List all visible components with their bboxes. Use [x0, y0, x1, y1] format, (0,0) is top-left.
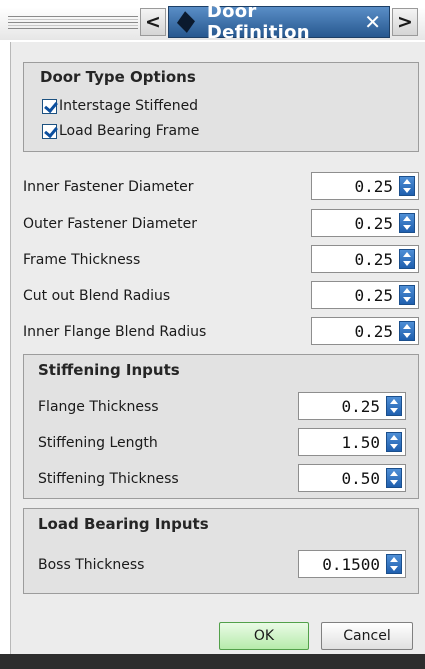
- spinner-arrows-icon[interactable]: [399, 249, 415, 269]
- field-value[interactable]: 0.25: [312, 250, 399, 269]
- field-value[interactable]: 0.25: [312, 177, 399, 196]
- drag-grip[interactable]: [8, 16, 138, 30]
- bottom-border: [0, 654, 425, 669]
- outer-fastener-diameter-input[interactable]: 0.25: [311, 209, 419, 237]
- spinner-arrows-icon[interactable]: [386, 432, 402, 452]
- inner-flange-blend-radius-input[interactable]: 0.25: [311, 317, 419, 345]
- field-label-outer-fastener-diameter: Outer Fastener Diameter: [23, 216, 197, 232]
- checkbox-checked-icon[interactable]: [42, 123, 57, 139]
- cut-out-blend-radius-input[interactable]: 0.25: [311, 281, 419, 309]
- spinner-arrows-icon[interactable]: [386, 396, 402, 416]
- cancel-button-label: Cancel: [343, 628, 391, 644]
- close-icon[interactable]: ✕: [364, 10, 381, 34]
- frame-thickness-input[interactable]: 0.25: [311, 245, 419, 273]
- spinner-arrows-icon[interactable]: [386, 554, 402, 574]
- field-value[interactable]: 0.50: [299, 469, 386, 488]
- checkbox-interstage-stiffened[interactable]: Interstage Stiffened: [42, 98, 198, 114]
- ok-button-label: OK: [253, 628, 275, 644]
- dialog-title: Door Definition: [206, 1, 310, 43]
- checkbox-label: Interstage Stiffened: [59, 98, 199, 114]
- field-value[interactable]: 0.1500: [299, 555, 386, 574]
- field-value[interactable]: 1.50: [299, 433, 386, 452]
- stiffening-inputs-title: Stiffening Inputs: [38, 361, 180, 379]
- field-value[interactable]: 0.25: [312, 286, 399, 305]
- field-value[interactable]: 0.25: [312, 322, 399, 341]
- ok-button[interactable]: OK: [219, 622, 309, 650]
- load-bearing-inputs-title: Load Bearing Inputs: [38, 515, 209, 533]
- boss-thickness-input[interactable]: 0.1500: [298, 550, 406, 578]
- load-bearing-inputs-group: Load Bearing Inputs Boss Thickness 0.150…: [23, 508, 419, 594]
- dialog-title-bar: Door Definition ✕: [168, 1, 390, 43]
- checkbox-load-bearing-frame[interactable]: Load Bearing Frame: [42, 123, 199, 139]
- checkbox-label: Load Bearing Frame: [59, 123, 200, 139]
- flange-thickness-input[interactable]: 0.25: [298, 392, 406, 420]
- field-value[interactable]: 0.25: [299, 397, 386, 416]
- door-type-options-title: Door Type Options: [40, 68, 196, 86]
- stiffening-length-input[interactable]: 1.50: [298, 428, 406, 456]
- field-label-flange-thickness: Flange Thickness: [38, 399, 159, 415]
- field-label-stiffening-thickness: Stiffening Thickness: [38, 471, 179, 487]
- cancel-button[interactable]: Cancel: [321, 622, 413, 650]
- chevron-right-icon: >: [397, 11, 413, 33]
- pin-icon[interactable]: [176, 11, 195, 33]
- stiffening-inputs-group: Stiffening Inputs Flange Thickness 0.25 …: [23, 354, 419, 499]
- field-label-boss-thickness: Boss Thickness: [38, 557, 145, 573]
- field-label-frame-thickness: Frame Thickness: [23, 252, 141, 268]
- spinner-arrows-icon[interactable]: [399, 213, 415, 233]
- field-label-inner-fastener-diameter: Inner Fastener Diameter: [23, 179, 194, 195]
- spinner-arrows-icon[interactable]: [399, 321, 415, 341]
- field-label-cut-out-blend-radius: Cut out Blend Radius: [23, 288, 171, 304]
- checkbox-checked-icon[interactable]: [42, 98, 57, 114]
- spinner-arrows-icon[interactable]: [399, 285, 415, 305]
- next-button[interactable]: >: [392, 8, 418, 36]
- title-bar: < Door Definition ✕ >: [0, 0, 425, 43]
- inner-fastener-diameter-input[interactable]: 0.25: [311, 172, 419, 200]
- field-label-stiffening-length: Stiffening Length: [38, 435, 158, 451]
- spinner-arrows-icon[interactable]: [399, 176, 415, 196]
- chevron-left-icon: <: [145, 11, 161, 33]
- field-label-inner-flange-blend-radius: Inner Flange Blend Radius: [23, 324, 207, 340]
- spinner-arrows-icon[interactable]: [386, 468, 402, 488]
- previous-button[interactable]: <: [140, 8, 166, 36]
- stiffening-thickness-input[interactable]: 0.50: [298, 464, 406, 492]
- door-type-options-group: Door Type Options Interstage Stiffened L…: [23, 62, 419, 152]
- field-value[interactable]: 0.25: [312, 214, 399, 233]
- dialog-body: Door Type Options Interstage Stiffened L…: [10, 42, 425, 654]
